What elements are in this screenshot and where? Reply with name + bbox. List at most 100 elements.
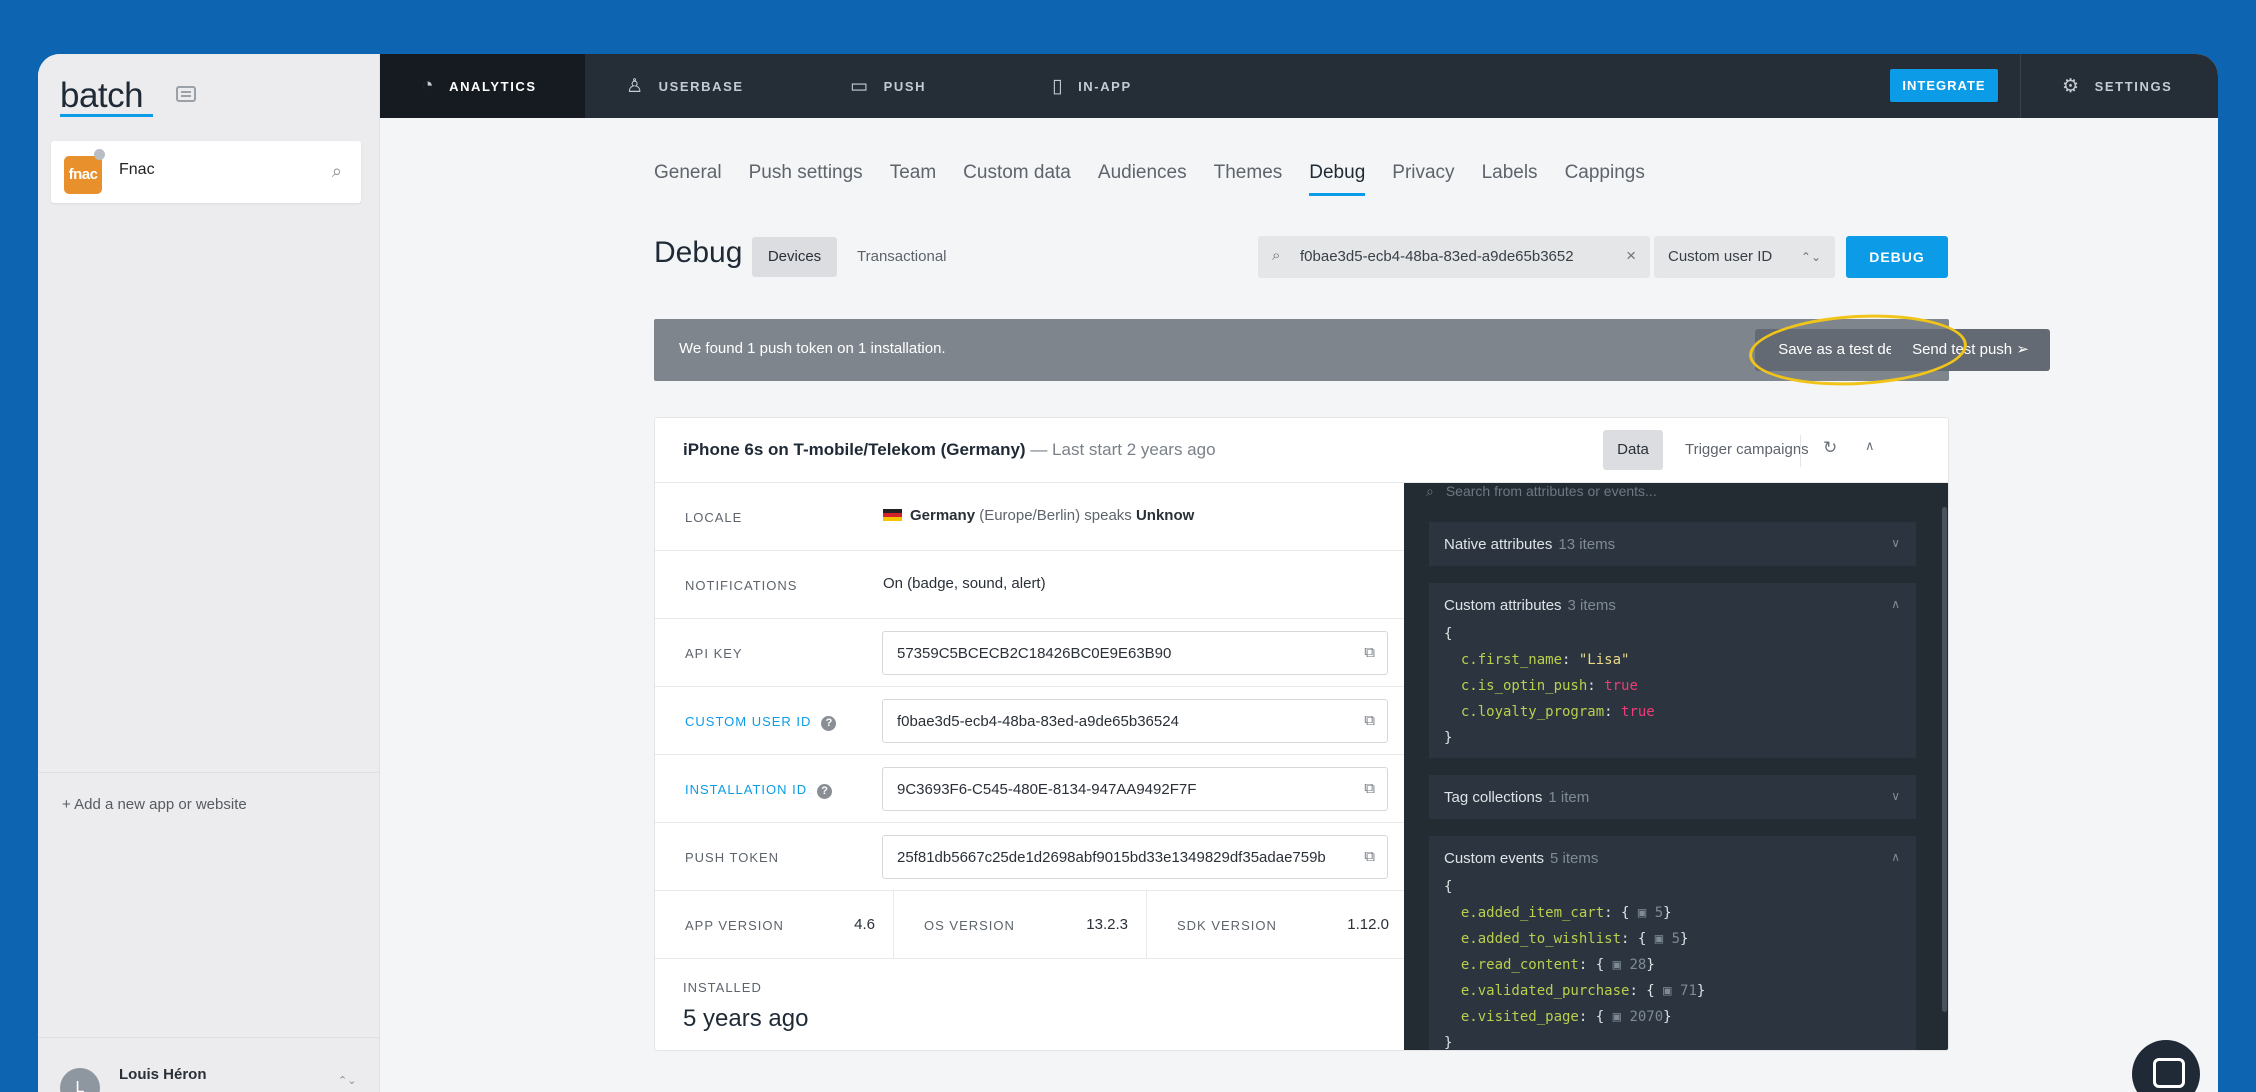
- id-type-select[interactable]: Custom user ID ⌃⌄: [1654, 236, 1835, 278]
- chevron-up-down-icon[interactable]: ⌃⌄: [338, 1074, 356, 1087]
- nav-analytics[interactable]: ◔ ANALYTICS: [380, 54, 585, 118]
- installation-id-value[interactable]: 9C3693F6-C545-480E-8134-947AA9492F7F: [897, 781, 1347, 798]
- chevron-down-icon[interactable]: ∨: [1891, 536, 1900, 550]
- event-count[interactable]: ▣ 5: [1638, 905, 1663, 921]
- tab-audiences[interactable]: Audiences: [1098, 162, 1187, 196]
- nav-push[interactable]: ▭ PUSH: [850, 54, 926, 118]
- banner-text: We found 1 push token on 1 installation.: [679, 340, 946, 357]
- chat-bubble-icon: ▭: [850, 75, 870, 97]
- section-count: 13 items: [1558, 536, 1616, 553]
- push-token-value[interactable]: 25f81db5667c25de1d2698abf9015bd33e134982…: [897, 849, 1347, 866]
- search-icon[interactable]: ⌕: [332, 161, 342, 182]
- custom-user-id-row: CUSTOM USER ID? f0bae3d5-ecb4-48ba-83ed-…: [655, 687, 1404, 755]
- attributes-search-input[interactable]: Search from attributes or events...: [1446, 483, 1657, 499]
- integrate-button[interactable]: INTEGRATE: [1890, 69, 1998, 102]
- event-count[interactable]: ▣ 71: [1663, 983, 1697, 999]
- trigger-campaigns-tab[interactable]: Trigger campaigns: [1685, 430, 1809, 470]
- push-token-row: PUSH TOKEN 25f81db5667c25de1d2698abf9015…: [655, 823, 1404, 891]
- api-key-value[interactable]: 57359C5BCECB2C18426BC0E9E63B90: [897, 645, 1347, 662]
- section-title: Custom events: [1444, 850, 1545, 867]
- debug-button[interactable]: DEBUG: [1846, 236, 1948, 278]
- row-label[interactable]: INSTALLATION ID?: [685, 782, 833, 799]
- event-count[interactable]: ▣ 2070: [1613, 1009, 1664, 1025]
- api-key-field[interactable]: 57359C5BCECB2C18426BC0E9E63B90 ⧉: [882, 631, 1388, 675]
- tab-debug[interactable]: Debug: [1309, 162, 1366, 196]
- chevron-up-icon[interactable]: ∧: [1865, 438, 1875, 454]
- custom-attributes-section[interactable]: Custom attributes 3 items ∧ { c.first_nam…: [1429, 583, 1916, 758]
- help-icon[interactable]: ?: [821, 716, 837, 731]
- attr-key: c.first_name: [1460, 652, 1563, 668]
- divider: [2020, 54, 2021, 118]
- data-tab[interactable]: Data: [1603, 430, 1663, 470]
- help-icon[interactable]: ?: [817, 784, 833, 799]
- user-name[interactable]: Louis Héron: [119, 1066, 207, 1083]
- dashboard-icon[interactable]: [176, 86, 196, 102]
- event-count[interactable]: ▣ 28: [1613, 957, 1647, 973]
- device-details: LOCALE Germany (Europe/Berlin) speaks Un…: [655, 483, 1404, 1050]
- tab-team[interactable]: Team: [890, 162, 936, 196]
- section-title: Custom attributes: [1444, 597, 1562, 614]
- nav-in-app[interactable]: ▯ IN-APP: [1052, 54, 1132, 118]
- copy-icon[interactable]: ⧉: [1364, 848, 1375, 865]
- tag-collections-section[interactable]: Tag collections 1 item ∨: [1429, 775, 1916, 819]
- nav-settings[interactable]: ⚙ SETTINGS: [2062, 54, 2172, 118]
- tab-themes[interactable]: Themes: [1214, 162, 1283, 196]
- nav-userbase[interactable]: ♙ USERBASE: [626, 54, 744, 118]
- copy-icon[interactable]: ⧉: [1364, 644, 1375, 661]
- chevron-up-icon[interactable]: ∧: [1891, 597, 1900, 611]
- search-value[interactable]: f0bae3d5-ecb4-48ba-83ed-a9de65b3652: [1300, 248, 1574, 265]
- event-count-value: 71: [1680, 983, 1697, 999]
- tab-labels[interactable]: Labels: [1482, 162, 1538, 196]
- event-key: e.visited_page: [1460, 1009, 1579, 1025]
- chevron-up-icon[interactable]: ∧: [1891, 850, 1900, 864]
- scrollbar[interactable]: [1942, 507, 1947, 1012]
- tab-push-settings[interactable]: Push settings: [749, 162, 863, 196]
- fnac-app-logo: fnac: [64, 156, 102, 194]
- sdk-version: SDK VERSION 1.12.0: [1147, 891, 1404, 959]
- device-name: iPhone 6s on T-mobile/Telekom (Germany): [683, 440, 1026, 459]
- custom-attributes-code: { c.first_name: "Lisa" c.is_optin_push: …: [1444, 626, 1655, 746]
- custom-user-id-field[interactable]: f0bae3d5-ecb4-48ba-83ed-a9de65b36524 ⧉: [882, 699, 1388, 743]
- native-attributes-section[interactable]: Native attributes 13 items ∨: [1429, 522, 1916, 566]
- batch-logo[interactable]: batch: [60, 76, 144, 116]
- app-version-label: APP VERSION: [685, 918, 784, 933]
- row-label: NOTIFICATIONS: [685, 578, 798, 593]
- attr-value: true: [1604, 678, 1638, 694]
- devices-toggle[interactable]: Devices: [752, 237, 837, 277]
- main-content: General Push settings Team Custom data A…: [381, 118, 2218, 1092]
- clear-icon[interactable]: ×: [1626, 246, 1636, 266]
- tab-custom-data[interactable]: Custom data: [963, 162, 1071, 196]
- custom-events-section[interactable]: Custom events 5 items ∧ { e.added_item_ca…: [1429, 836, 1916, 1051]
- copy-icon[interactable]: ⧉: [1364, 780, 1375, 797]
- app-name: Fnac: [119, 161, 155, 178]
- attributes-panel: ⌕ Search from attributes or events... Nat…: [1404, 483, 1948, 1051]
- brace-open: {: [1444, 879, 1453, 895]
- transactional-toggle[interactable]: Transactional: [857, 237, 947, 277]
- section-header: Custom events 5 items: [1444, 850, 1598, 867]
- search-input[interactable]: ⌕ f0bae3d5-ecb4-48ba-83ed-a9de65b3652 ×: [1258, 236, 1650, 278]
- chevron-down-icon[interactable]: ∨: [1891, 789, 1900, 803]
- brace-close: }: [1444, 1035, 1453, 1051]
- attributes-search[interactable]: ⌕ Search from attributes or events...: [1426, 483, 1657, 500]
- id-type-value: Custom user ID: [1668, 248, 1773, 265]
- copy-icon[interactable]: ⧉: [1364, 712, 1375, 729]
- user-avatar[interactable]: L: [60, 1068, 100, 1092]
- tab-cappings[interactable]: Cappings: [1565, 162, 1645, 196]
- add-app-link[interactable]: + Add a new app or website: [62, 796, 247, 813]
- app-version: APP VERSION 4.6: [655, 891, 894, 959]
- tab-privacy[interactable]: Privacy: [1392, 162, 1454, 196]
- row-label[interactable]: CUSTOM USER ID?: [685, 714, 837, 731]
- app-selector[interactable]: fnac Fnac ⌕: [51, 141, 361, 203]
- push-token-field[interactable]: 25f81db5667c25de1d2698abf9015bd33e134982…: [882, 835, 1388, 879]
- event-count[interactable]: ▣ 5: [1655, 931, 1680, 947]
- tab-general[interactable]: General: [654, 162, 722, 196]
- event-key: e.added_to_wishlist: [1460, 931, 1622, 947]
- users-icon: ♙: [626, 75, 645, 97]
- row-label: API KEY: [685, 646, 743, 661]
- custom-user-id-value[interactable]: f0bae3d5-ecb4-48ba-83ed-a9de65b36524: [897, 713, 1347, 730]
- sdk-version-value: 1.12.0: [1347, 916, 1389, 933]
- installation-id-field[interactable]: 9C3693F6-C545-480E-8134-947AA9492F7F ⧉: [882, 767, 1388, 811]
- row-label: LOCALE: [685, 510, 743, 525]
- refresh-icon[interactable]: ↻: [1823, 438, 1837, 458]
- device-card: iPhone 6s on T-mobile/Telekom (Germany) …: [654, 417, 1949, 1051]
